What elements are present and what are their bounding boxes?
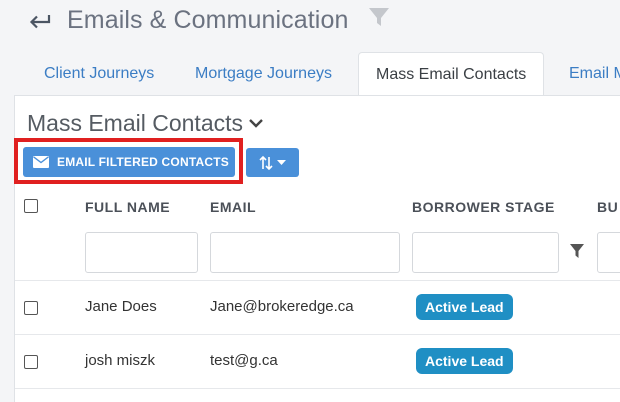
page-title: Emails & Communication (67, 6, 349, 34)
row-full-name: Jane Does (85, 298, 157, 315)
row-email: test@g.ca (210, 352, 278, 369)
tab-bar: Client Journeys Mortgage Journeys Mass E… (0, 52, 620, 96)
row-divider (15, 388, 620, 389)
filter-icon[interactable] (368, 6, 390, 28)
column-header-full-name[interactable]: FULL NAME (85, 199, 170, 215)
bu-filter-input[interactable] (597, 232, 620, 273)
sort-arrows-icon (259, 155, 273, 170)
envelope-icon (33, 156, 49, 168)
borrower-stage-filter-input[interactable] (412, 232, 559, 273)
sort-button[interactable] (246, 148, 299, 177)
tab-client-journeys[interactable]: Client Journeys (44, 52, 154, 96)
borrower-stage-badge: Active Lead (416, 348, 513, 374)
tab-mortgage-journeys[interactable]: Mortgage Journeys (195, 52, 332, 96)
full-name-filter-input[interactable] (85, 232, 198, 273)
borrower-stage-filter-icon[interactable] (569, 243, 585, 259)
row-divider (15, 334, 620, 335)
section-title[interactable]: Mass Email Contacts (27, 110, 243, 137)
chevron-down-icon[interactable] (248, 116, 264, 130)
back-arrow-icon[interactable] (27, 6, 53, 32)
tab-email-more[interactable]: Email M (569, 52, 620, 96)
row-checkbox[interactable] (24, 355, 38, 369)
email-filtered-contacts-button[interactable]: EMAIL FILTERED CONTACTS (23, 147, 235, 177)
column-header-borrower-stage[interactable]: BORROWER STAGE (412, 199, 555, 215)
row-checkbox[interactable] (24, 301, 38, 315)
email-button-label: EMAIL FILTERED CONTACTS (57, 155, 229, 169)
tab-mass-email-contacts[interactable]: Mass Email Contacts (358, 52, 545, 96)
caret-down-icon (277, 159, 286, 165)
select-all-checkbox[interactable] (24, 199, 38, 213)
row-email: Jane@brokeredge.ca (210, 298, 354, 315)
column-header-email[interactable]: EMAIL (210, 199, 256, 215)
row-divider (15, 280, 620, 281)
page-header: Emails & Communication (0, 0, 620, 44)
column-header-bu[interactable]: BU (597, 199, 618, 215)
row-full-name: josh miszk (85, 352, 156, 369)
borrower-stage-badge: Active Lead (416, 294, 513, 320)
email-filter-input[interactable] (210, 232, 400, 273)
